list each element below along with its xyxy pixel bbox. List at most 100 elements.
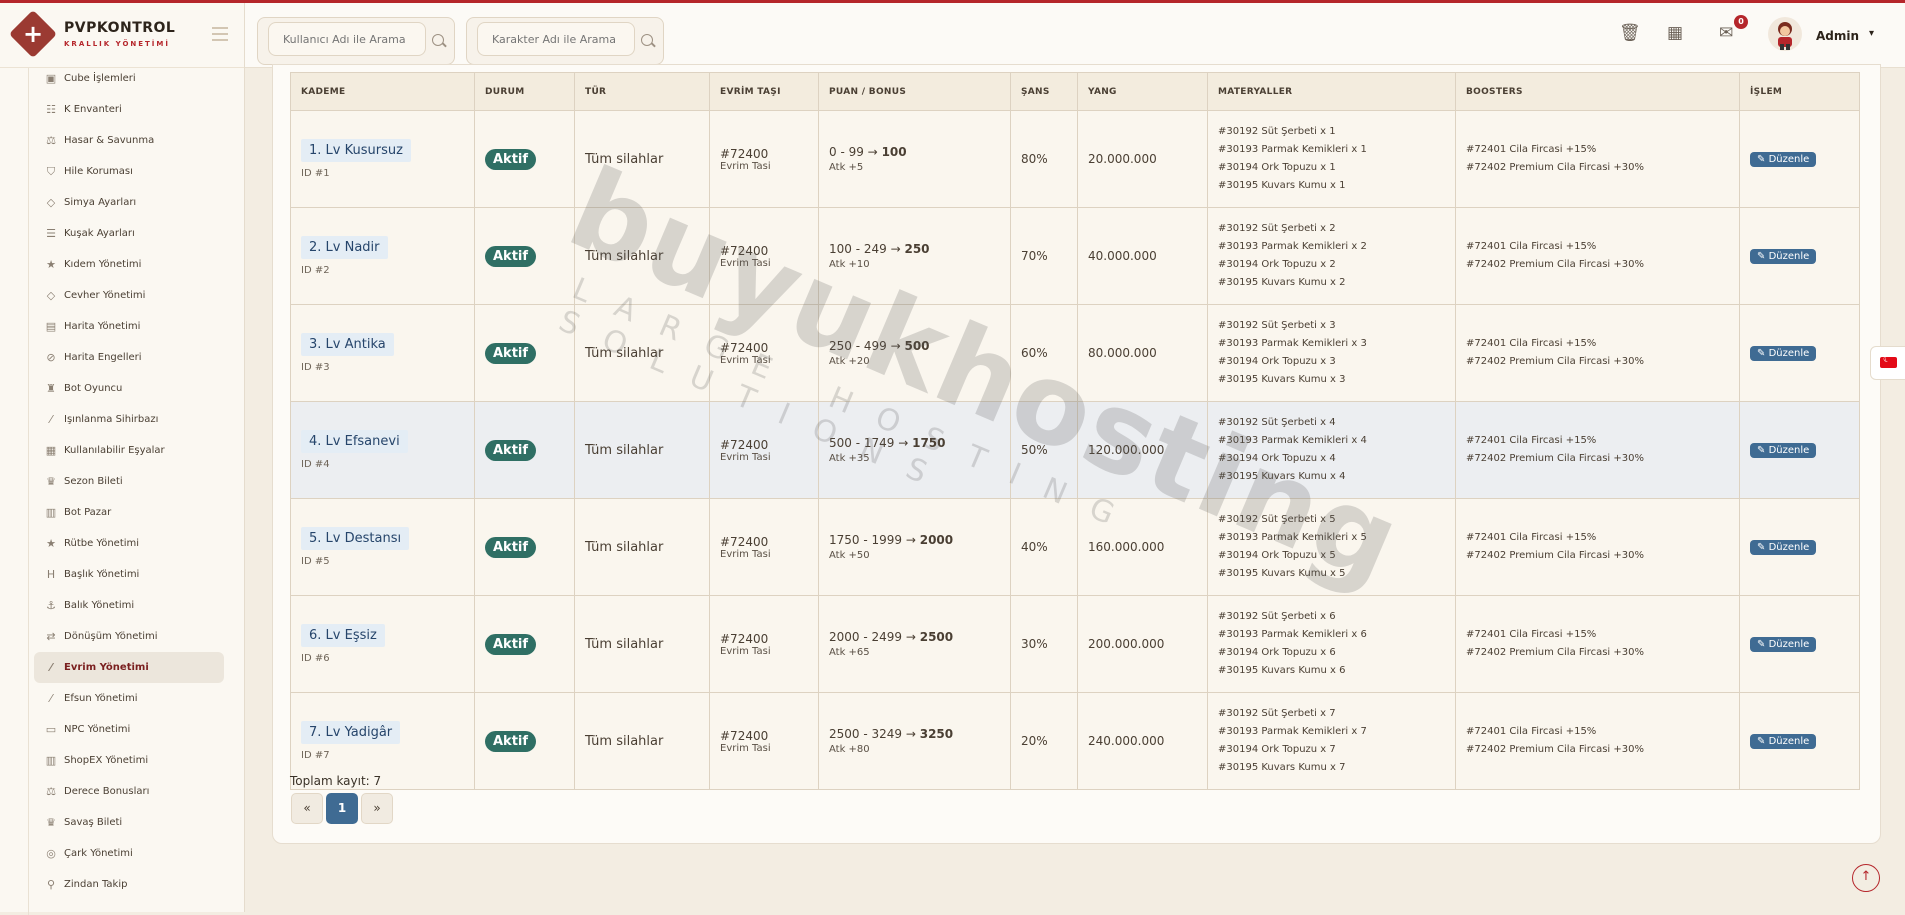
material-line: #30192 Süt Şerbeti x 3 <box>1218 320 1336 331</box>
menu-toggle-icon[interactable] <box>212 27 228 41</box>
avatar[interactable] <box>1768 17 1802 51</box>
table-row: 5. Lv Destansı ID #5 Aktif Tüm silahlar … <box>290 498 1860 596</box>
globe-icon: ◎ <box>46 847 56 860</box>
sidebar-item[interactable]: ▤ Harita Yönetimi <box>34 311 224 342</box>
evo-stone-code: #72400 <box>720 534 769 549</box>
materials-cell: #30192 Süt Şerbeti x 2 #30193 Parmak Kemi… <box>1207 207 1456 305</box>
plus-icon: + <box>22 20 44 48</box>
material-line: #30193 Parmak Kemikleri x 6 <box>1218 629 1367 640</box>
points-target: 2000 <box>919 533 954 547</box>
sidebar-item-label: Harita Engelleri <box>64 352 142 363</box>
sidebar-guide-line <box>28 67 29 915</box>
admin-name[interactable]: Admin <box>1816 29 1859 43</box>
sidebar-item[interactable]: H Başlık Yönetimi <box>34 559 224 590</box>
materials-cell: #30192 Süt Şerbeti x 7 #30193 Parmak Kemi… <box>1207 692 1456 790</box>
sidebar-item[interactable]: ⁄ Işınlanma Sihirbazı <box>34 404 224 435</box>
sidebar-item[interactable]: ▥ Bot Pazar <box>34 497 224 528</box>
shield-icon: ⛉ <box>46 164 56 178</box>
sidebar-item[interactable]: ⁄ Efsun Yönetimi <box>34 683 224 714</box>
material-line: #30194 Ork Topuzu x 3 <box>1218 356 1336 367</box>
sidebar-item[interactable]: ▦ Kullanılabilir Eşyalar <box>34 435 224 466</box>
sidebar-item-label: Kullanılabilir Eşyalar <box>64 445 165 456</box>
edit-button[interactable]: ✎ Düzenle <box>1750 345 1817 361</box>
evo-stone-name: Evrim Tasi <box>720 354 771 366</box>
edit-button[interactable]: ✎ Düzenle <box>1750 151 1817 167</box>
search-icon[interactable] <box>641 34 653 46</box>
evo-stone-code: #72400 <box>720 437 769 452</box>
tier-name: 2. Lv Nadir <box>301 236 388 259</box>
points-cell: 2000 - 2499 → 2500 Atk +65 <box>818 595 1011 693</box>
sidebar-item[interactable]: ⁄ Evrim Yönetimi <box>34 652 224 683</box>
sidebar-item[interactable]: ☷ K Envanteri <box>34 94 224 125</box>
user-search-input[interactable] <box>268 22 426 56</box>
mail-icon[interactable]: ✉ <box>1719 23 1733 43</box>
chevron-down-icon[interactable]: ▾ <box>1869 28 1874 39</box>
scroll-top-icon[interactable]: ↑ <box>1852 864 1880 892</box>
sidebar-item-label: Rütbe Yönetimi <box>64 538 140 549</box>
action-cell: ✎ Düzenle <box>1739 498 1860 596</box>
points-range: 2500 - 3249 → <box>829 727 916 741</box>
search-icon[interactable] <box>432 34 444 46</box>
table-header-row: KADEME DURUM TÜR EVRİM TAŞI PUAN / BONUS… <box>290 72 1860 111</box>
sidebar-item[interactable]: ☰ Kuşak Ayarları <box>34 218 224 249</box>
trash-icon[interactable]: 🗑 <box>1619 23 1641 43</box>
sidebar-item[interactable]: ♛ Sezon Bileti <box>34 466 224 497</box>
sidebar-item[interactable]: ▥ ShopEX Yönetimi <box>34 745 224 776</box>
sidebar-item[interactable]: ⛉ Hile Koruması <box>34 156 224 187</box>
pencil-icon: ✎ <box>1757 735 1766 747</box>
boosters-cell: #72401 Cila Fircasi +15% #72402 Premium C… <box>1455 498 1740 596</box>
status-badge: Aktif <box>485 342 537 364</box>
evo-stone-cell: #72400 Evrim Tasi <box>709 401 819 499</box>
type-text: Tüm silahlar <box>585 733 664 749</box>
edit-button[interactable]: ✎ Düzenle <box>1750 733 1817 749</box>
page-1-button[interactable]: 1 <box>326 793 358 824</box>
gem-icon: ◇ <box>46 289 56 302</box>
points-range: 500 - 1749 → <box>829 436 909 450</box>
sidebar-item[interactable]: ⚲ Zindan Takip <box>34 869 224 900</box>
calendar-icon[interactable]: ▦ <box>1667 23 1683 43</box>
sidebar-item[interactable]: ◇ Simya Ayarları <box>34 187 224 218</box>
wand-icon: ⁄ <box>50 413 52 426</box>
edit-button-label: Düzenle <box>1768 250 1810 262</box>
sidebar-item[interactable]: ⚓ Balık Yönetimi <box>34 590 224 621</box>
action-cell: ✎ Düzenle <box>1739 595 1860 693</box>
next-page-button[interactable]: » <box>361 793 393 824</box>
character-search-input[interactable] <box>477 22 635 56</box>
prev-page-button[interactable]: « <box>291 793 323 824</box>
material-line: #30195 Kuvars Kumu x 1 <box>1218 180 1346 191</box>
sidebar-item[interactable]: ⚖ Hasar & Savunma <box>34 125 224 156</box>
edit-button[interactable]: ✎ Düzenle <box>1750 442 1817 458</box>
sidebar-item[interactable]: ◇ Cevher Yönetimi <box>34 280 224 311</box>
sidebar-item-label: Işınlanma Sihirbazı <box>64 414 159 425</box>
sidebar-item[interactable]: ★ Rütbe Yönetimi <box>34 528 224 559</box>
cube-icon: ▣ <box>45 72 57 85</box>
material-line: #30193 Parmak Kemikleri x 3 <box>1218 338 1367 349</box>
material-line: #30192 Süt Şerbeti x 4 <box>1218 417 1336 428</box>
language-switcher[interactable] <box>1870 346 1905 380</box>
sidebar-item[interactable]: ▭ NPC Yönetimi <box>34 714 224 745</box>
pencil-icon: ✎ <box>1757 250 1766 262</box>
sidebar-item[interactable]: ★ Kıdem Yönetimi <box>34 249 224 280</box>
table-row: 6. Lv Eşsiz ID #6 Aktif Tüm silahlar #72… <box>290 595 1860 693</box>
chance-value: 60% <box>1021 346 1048 360</box>
chance-cell: 80% <box>1010 110 1078 208</box>
tier-id: ID #1 <box>301 168 330 179</box>
edit-button[interactable]: ✎ Düzenle <box>1750 248 1817 264</box>
sidebar-item[interactable]: ♜ Bot Oyuncu <box>34 373 224 404</box>
sidebar-item[interactable]: ♛ Savaş Bileti <box>34 807 224 838</box>
chance-cell: 70% <box>1010 207 1078 305</box>
tier-cell: 2. Lv Nadir ID #2 <box>290 207 475 305</box>
sidebar-item-label: Çark Yönetimi <box>64 848 133 859</box>
materials-cell: #30192 Süt Şerbeti x 5 #30193 Parmak Kemi… <box>1207 498 1456 596</box>
edit-button[interactable]: ✎ Düzenle <box>1750 636 1817 652</box>
status-cell: Aktif <box>474 692 575 790</box>
sidebar-item[interactable]: ⊘ Harita Engelleri <box>34 342 224 373</box>
sidebar-item-label: Bot Oyuncu <box>64 383 123 394</box>
sidebar-item[interactable]: ⚖ Derece Bonusları <box>34 776 224 807</box>
sidebar-item[interactable]: ◎ Çark Yönetimi <box>34 838 224 869</box>
tier-id: ID #2 <box>301 265 330 276</box>
edit-button[interactable]: ✎ Düzenle <box>1750 539 1817 555</box>
tier-name: 7. Lv Yadigâr <box>301 721 401 744</box>
yang-cell: 80.000.000 <box>1077 304 1208 402</box>
sidebar-item[interactable]: ⇄ Dönüşüm Yönetimi <box>34 621 224 652</box>
